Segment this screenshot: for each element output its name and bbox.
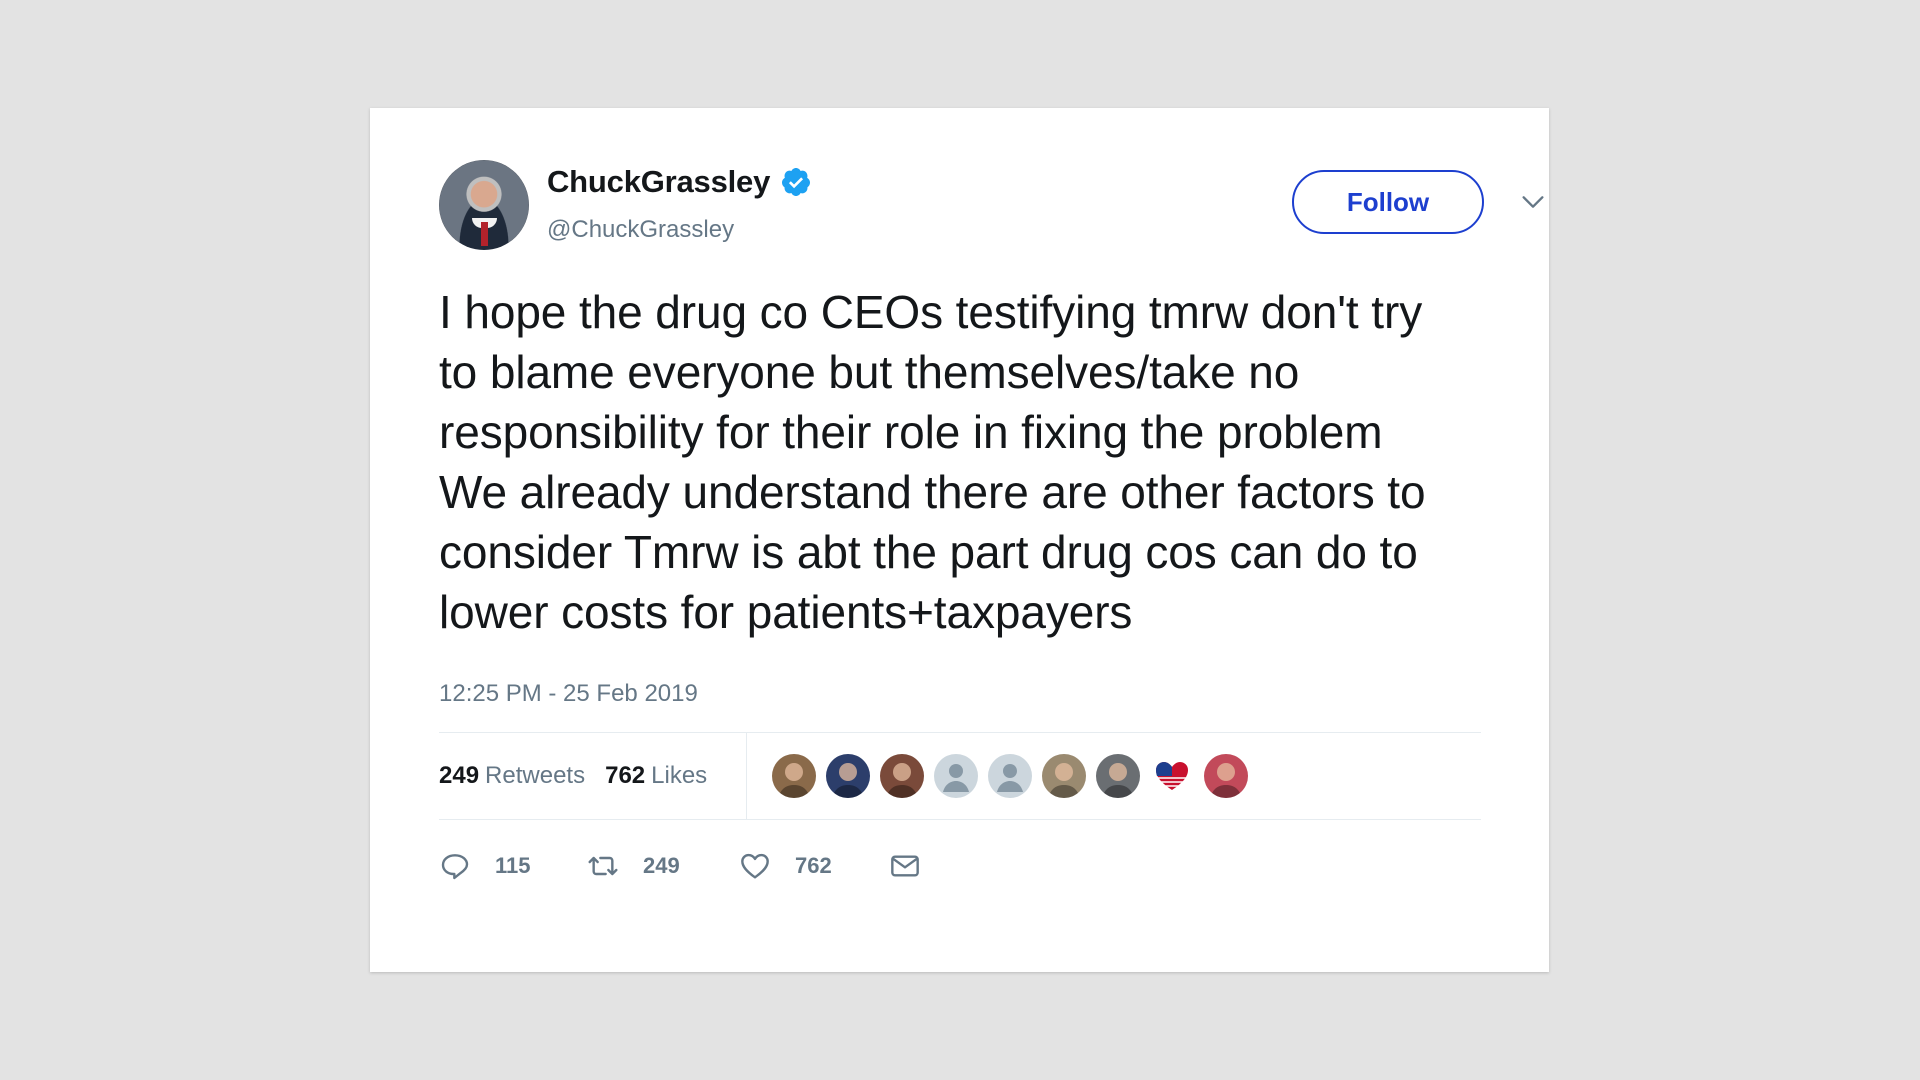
photo-avatar-icon bbox=[886, 763, 918, 798]
liker-avatar-8[interactable] bbox=[1150, 754, 1194, 798]
stats-counts: 249 Retweets 762 Likes bbox=[439, 733, 707, 819]
tweet-text: I hope the drug co CEOs testifying tmrw … bbox=[439, 286, 1426, 638]
display-name[interactable]: ChuckGrassley bbox=[547, 164, 770, 200]
heart-icon bbox=[741, 853, 769, 879]
retweet-count: 249 bbox=[643, 853, 680, 878]
avatar-tie bbox=[481, 222, 488, 246]
heart-flag-icon bbox=[1156, 762, 1188, 790]
liker-avatar-6[interactable] bbox=[1042, 754, 1086, 798]
tweet-content: ChuckGrassley @ChuckGrassley Follow I ho… bbox=[439, 160, 1544, 916]
liker-avatar-2[interactable] bbox=[826, 754, 870, 798]
liker-avatar-1[interactable] bbox=[772, 754, 816, 798]
tweet-timestamp[interactable]: 12:25 PM - 25 Feb 2019 bbox=[439, 680, 1481, 708]
tweet-stats: 249 Retweets 762 Likes bbox=[439, 732, 1481, 820]
liker-avatar-7[interactable] bbox=[1096, 754, 1140, 798]
photo-avatar-icon bbox=[1102, 763, 1134, 798]
tweet-card: ChuckGrassley @ChuckGrassley Follow I ho… bbox=[370, 108, 1549, 972]
photo-avatar-icon bbox=[1210, 763, 1242, 798]
liker-avatar-3[interactable] bbox=[880, 754, 924, 798]
liker-avatar-9[interactable] bbox=[1204, 754, 1248, 798]
envelope-icon bbox=[891, 855, 919, 877]
follow-button[interactable]: Follow bbox=[1292, 170, 1484, 234]
liker-avatar-5[interactable] bbox=[988, 754, 1032, 798]
user-handle[interactable]: @ChuckGrassley bbox=[547, 216, 734, 244]
photo-avatar-icon bbox=[832, 763, 864, 798]
reply-icon bbox=[441, 854, 469, 880]
direct-message-button[interactable] bbox=[889, 850, 945, 882]
verified-badge-icon bbox=[782, 168, 811, 196]
reply-button[interactable]: 115 bbox=[439, 850, 531, 882]
chevron-down-icon[interactable] bbox=[1519, 188, 1547, 216]
liker-avatars bbox=[772, 754, 1258, 798]
photo-avatar-icon bbox=[1048, 763, 1080, 798]
like-count: 762 bbox=[795, 853, 832, 878]
tweet-actions: 115 249 762 bbox=[439, 820, 1481, 916]
retweet-button[interactable]: 249 bbox=[587, 850, 680, 882]
likes-count[interactable]: 762 bbox=[605, 762, 645, 790]
name-row: ChuckGrassley bbox=[547, 164, 812, 200]
reply-count: 115 bbox=[495, 853, 531, 878]
retweets-count[interactable]: 249 bbox=[439, 762, 479, 790]
retweet-icon bbox=[588, 856, 618, 876]
default-avatar-icon bbox=[943, 764, 969, 792]
default-avatar-icon bbox=[997, 764, 1023, 792]
tweet-header: ChuckGrassley @ChuckGrassley Follow bbox=[439, 160, 1544, 252]
avatar[interactable] bbox=[439, 160, 529, 250]
retweets-label[interactable]: Retweets bbox=[485, 762, 585, 790]
like-button[interactable]: 762 bbox=[739, 850, 832, 882]
stats-divider bbox=[746, 733, 747, 819]
photo-avatar-icon bbox=[778, 763, 810, 798]
likes-label[interactable]: Likes bbox=[651, 762, 707, 790]
liker-avatar-4[interactable] bbox=[934, 754, 978, 798]
